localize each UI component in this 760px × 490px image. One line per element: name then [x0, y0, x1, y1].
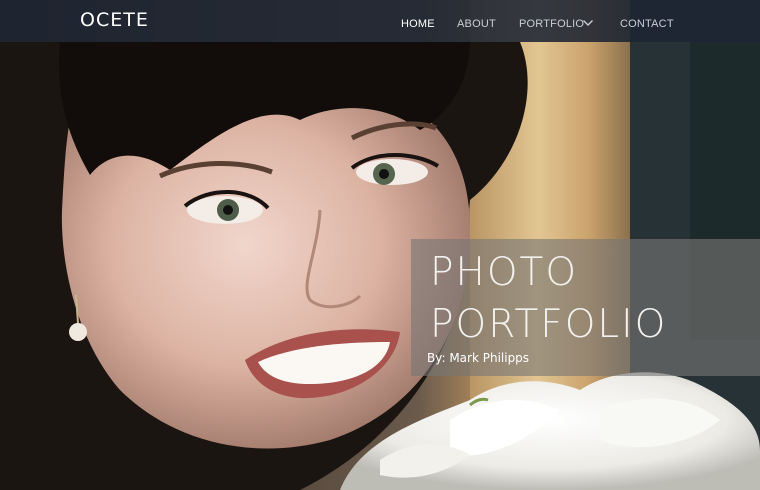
nav-home-link[interactable]: HOME — [401, 18, 435, 30]
page: OCETE HOME ABOUT PORTFOLIO CONTACT PHOTO… — [0, 0, 760, 490]
nav-about-link[interactable]: ABOUT — [457, 18, 496, 30]
hero-title-panel: PHOTO PORTFOLIO By: Mark Philipps — [411, 239, 760, 376]
hero-byline: By: Mark Philipps — [427, 351, 530, 365]
top-navbar: OCETE HOME ABOUT PORTFOLIO CONTACT — [0, 0, 760, 42]
main-menu: HOME ABOUT PORTFOLIO CONTACT — [0, 0, 760, 42]
nav-portfolio-link[interactable]: PORTFOLIO — [519, 18, 584, 30]
hero-title-line-2: PORTFOLIO — [430, 302, 668, 347]
nav-contact-link[interactable]: CONTACT — [620, 18, 674, 30]
hero-title-line-1: PHOTO — [430, 250, 579, 295]
chevron-down-icon[interactable] — [582, 18, 594, 28]
